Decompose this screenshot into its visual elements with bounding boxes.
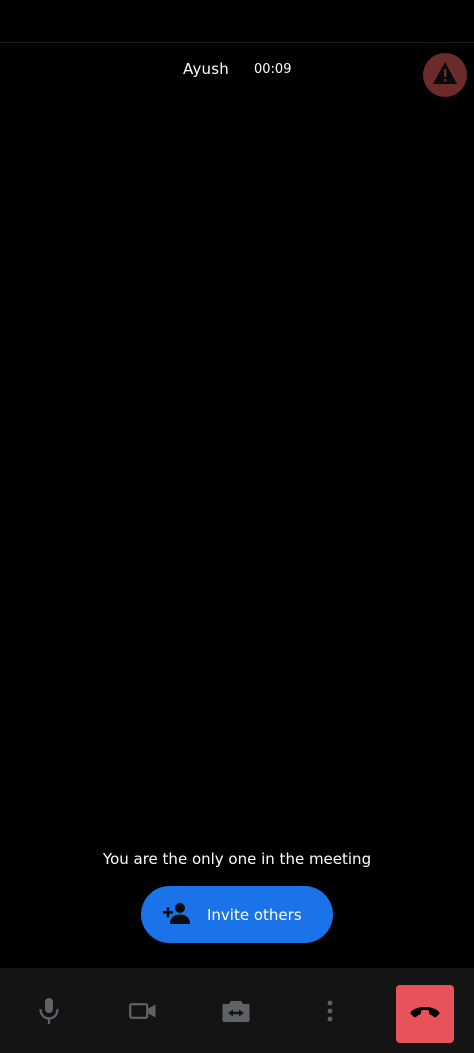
status-bar-divider: [0, 42, 474, 43]
invite-others-button[interactable]: Invite others: [141, 886, 333, 943]
warning-button[interactable]: [423, 53, 467, 97]
invite-others-label: Invite others: [207, 905, 302, 924]
call-timer: 00:09: [254, 62, 292, 77]
microphone-button[interactable]: [21, 985, 77, 1041]
video-button[interactable]: [115, 985, 171, 1041]
more-options-icon: [327, 1000, 333, 1026]
call-screen: Ayush 00:09 You are the only one in the …: [0, 0, 474, 1053]
only-participant-message: You are the only one in the meeting: [102, 850, 372, 868]
switch-camera-button[interactable]: [208, 985, 264, 1041]
switch-camera-icon: [222, 999, 250, 1027]
more-options-button[interactable]: [302, 985, 358, 1041]
warning-icon: [432, 61, 458, 89]
call-header: Ayush 00:09: [0, 58, 474, 82]
call-control-bar: [0, 968, 474, 1053]
video-camera-icon: [129, 1002, 157, 1024]
participant-name: Ayush: [183, 60, 229, 78]
end-call-icon: [410, 1005, 440, 1024]
end-call-button[interactable]: [396, 985, 454, 1043]
microphone-icon: [38, 997, 60, 1029]
add-person-icon: [163, 902, 191, 928]
